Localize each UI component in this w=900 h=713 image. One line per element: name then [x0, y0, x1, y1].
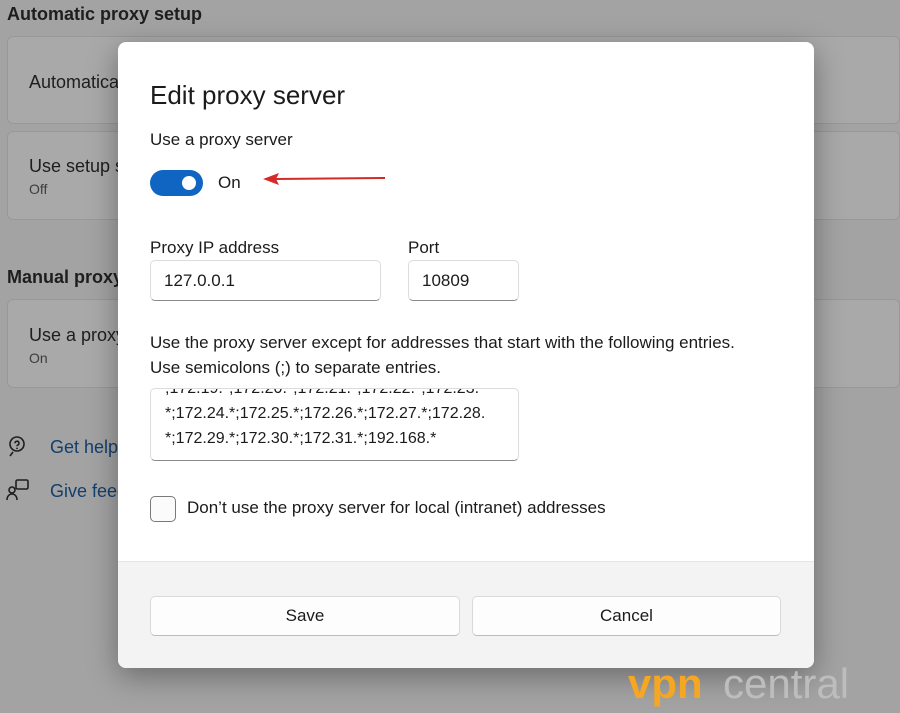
exceptions-line: *;172.29.*;172.30.*;172.31.*;192.168.*	[165, 430, 437, 447]
proxy-ip-label: Proxy IP address	[150, 238, 280, 257]
get-help-link[interactable]: Get help	[50, 437, 118, 458]
help-icon	[9, 436, 25, 457]
card-auto-detect-label: Automatica	[29, 72, 120, 92]
exceptions-line: ;172.19.*;172.20.*;172.21.*;172.22.*;172…	[165, 388, 480, 397]
card-use-proxy-state: On	[29, 350, 48, 366]
cancel-button[interactable]: Cancel	[472, 596, 781, 636]
logo-vpn-text: vpn	[628, 662, 703, 707]
feedback-icon	[6, 479, 29, 501]
exceptions-description-line-1: Use the proxy server except for addresse…	[150, 333, 735, 352]
section-heading-manual: Manual proxy	[7, 267, 124, 287]
exceptions-line: *;172.24.*;172.25.*;172.26.*;172.27.*;17…	[165, 405, 486, 422]
local-bypass-checkbox[interactable]	[150, 496, 176, 522]
use-proxy-label: Use a proxy server	[150, 130, 293, 149]
card-setup-script-state: Off	[29, 181, 48, 197]
exceptions-description: Use the proxy server except for addresse…	[150, 330, 800, 380]
port-input[interactable]: 10809	[408, 260, 519, 301]
exceptions-textarea[interactable]: ;172.19.*;172.20.*;172.21.*;172.22.*;172…	[150, 388, 519, 461]
give-feedback-link[interactable]: Give feed	[50, 481, 127, 502]
use-proxy-toggle[interactable]	[150, 170, 203, 196]
section-heading-automatic: Automatic proxy setup	[7, 4, 203, 24]
card-use-proxy-label: Use a proxy	[29, 325, 126, 345]
dialog-footer: Save Cancel	[118, 561, 814, 668]
edit-proxy-dialog: Edit proxy server Use a proxy server On …	[118, 42, 814, 668]
local-bypass-label[interactable]: Don’t use the proxy server for local (in…	[187, 498, 606, 518]
toggle-knob	[182, 176, 196, 190]
logo-central-text: central	[723, 662, 849, 707]
toggle-state-label: On	[218, 173, 241, 192]
port-label: Port	[408, 238, 440, 257]
card-setup-script-label: Use setup s	[29, 156, 125, 176]
save-button[interactable]: Save	[150, 596, 460, 636]
exceptions-description-line-2: Use semicolons (;) to separate entries.	[150, 358, 442, 377]
proxy-ip-input[interactable]: 127.0.0.1	[150, 260, 381, 301]
dialog-title: Edit proxy server	[150, 80, 346, 110]
annotation-arrow-icon	[263, 173, 386, 185]
vpncentral-logo: vpn central	[628, 662, 849, 707]
